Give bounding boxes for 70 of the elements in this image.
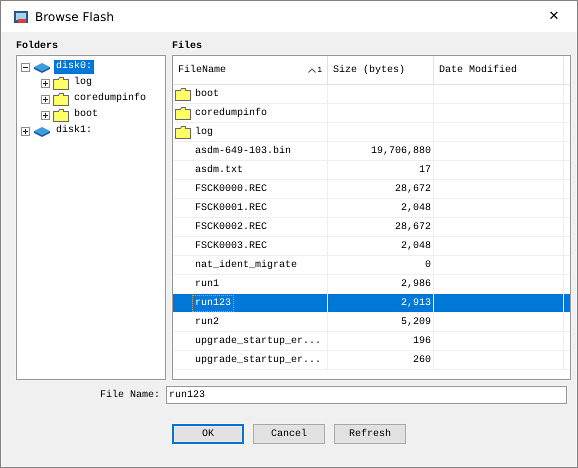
file-name: coredumpinfo (195, 108, 268, 118)
tree-item[interactable]: boot (72, 108, 100, 122)
file-name: FSCK0002.REC (195, 222, 268, 232)
file-name: log (195, 126, 214, 138)
folder-icon (53, 108, 69, 122)
close-button[interactable]: ✕ (531, 1, 577, 32)
file-size: 2,048 (400, 202, 431, 214)
file-size: 17 (418, 164, 431, 176)
file-name: asdm.txt (195, 164, 244, 176)
file-row[interactable]: boot (173, 85, 570, 104)
file-name-field[interactable]: run123 (166, 386, 567, 404)
file-name: FSCK0001.REC (195, 202, 268, 214)
dialog-button[interactable]: Cancel (253, 424, 325, 444)
tree-item[interactable]: disk1: (54, 124, 94, 138)
file-row[interactable]: nat_ident_migrate 0 (173, 256, 570, 275)
file-row[interactable]: log (173, 123, 570, 142)
expander-icon[interactable] (21, 62, 30, 72)
file-size: 2,913 (400, 298, 431, 308)
file-size: 0 (424, 260, 431, 270)
file-name: FSCK0003.REC (195, 240, 268, 252)
app-icon (13, 8, 29, 24)
expander-icon[interactable] (21, 126, 30, 136)
file-row[interactable]: FSCK0003.REC 2,048 (173, 237, 570, 256)
folder-icon (53, 92, 69, 106)
file-size: 28,672 (394, 222, 431, 232)
file-size: 5,209 (400, 316, 431, 328)
file-row[interactable]: asdm.txt 17 (173, 161, 570, 180)
files-label: Files (172, 40, 204, 54)
file-row[interactable]: upgrade_startup_er... 196 (173, 332, 570, 351)
file-name: asdm-649-103.bin (195, 146, 292, 156)
expander-icon[interactable] (41, 94, 50, 104)
file-name: nat_ident_migrate (195, 260, 298, 270)
dialog-button[interactable]: Refresh (334, 424, 406, 444)
file-size: 196 (412, 336, 431, 346)
expander-icon[interactable] (41, 78, 50, 88)
folders-label: Folders (16, 40, 60, 54)
file-row[interactable]: FSCK0001.REC 2,048 (173, 199, 570, 218)
folder-icon (175, 126, 191, 138)
file-row[interactable]: run2 5,209 (173, 313, 570, 332)
file-name: upgrade_startup_er... (195, 336, 322, 346)
file-name: run1 (195, 278, 220, 290)
folder-icon (175, 106, 191, 120)
tree-item[interactable]: coredumpinfo (72, 92, 148, 106)
file-size: 2,048 (400, 240, 431, 252)
file-name: run123 (195, 298, 232, 308)
file-name: FSCK0000.REC (195, 184, 268, 194)
tree-item[interactable]: log (72, 76, 94, 90)
file-size: 28,672 (394, 184, 431, 194)
file-name-label: File Name: (98, 390, 161, 400)
folder-icon (53, 76, 69, 90)
file-name: run2 (195, 316, 220, 328)
file-row[interactable]: FSCK0000.REC 28,672 (173, 180, 570, 199)
expander-icon[interactable] (41, 110, 50, 120)
file-size: 260 (412, 354, 431, 366)
tree-item[interactable]: disk0: (54, 60, 94, 74)
file-row[interactable]: asdm-649-103.bin 19,706,880 (173, 142, 570, 161)
file-row[interactable]: FSCK0002.REC 28,672 (173, 218, 570, 237)
column-header[interactable]: Date Modified (434, 56, 564, 84)
window-title: Browse Flash (35, 10, 115, 24)
dialog-button[interactable]: OK (172, 424, 244, 444)
file-row[interactable]: upgrade_startup_er... 260 (173, 351, 570, 370)
file-row[interactable]: run123 2,913 (173, 294, 570, 313)
file-size: 2,986 (400, 278, 431, 290)
column-header[interactable]: Size (bytes) (328, 56, 434, 84)
file-name: boot (195, 88, 220, 100)
file-name: upgrade_startup_er... (195, 354, 322, 366)
file-size: 19,706,880 (370, 146, 431, 156)
sort-order: 1 (317, 66, 322, 74)
file-row[interactable]: coredumpinfo (173, 104, 570, 123)
folder-icon (175, 88, 191, 100)
